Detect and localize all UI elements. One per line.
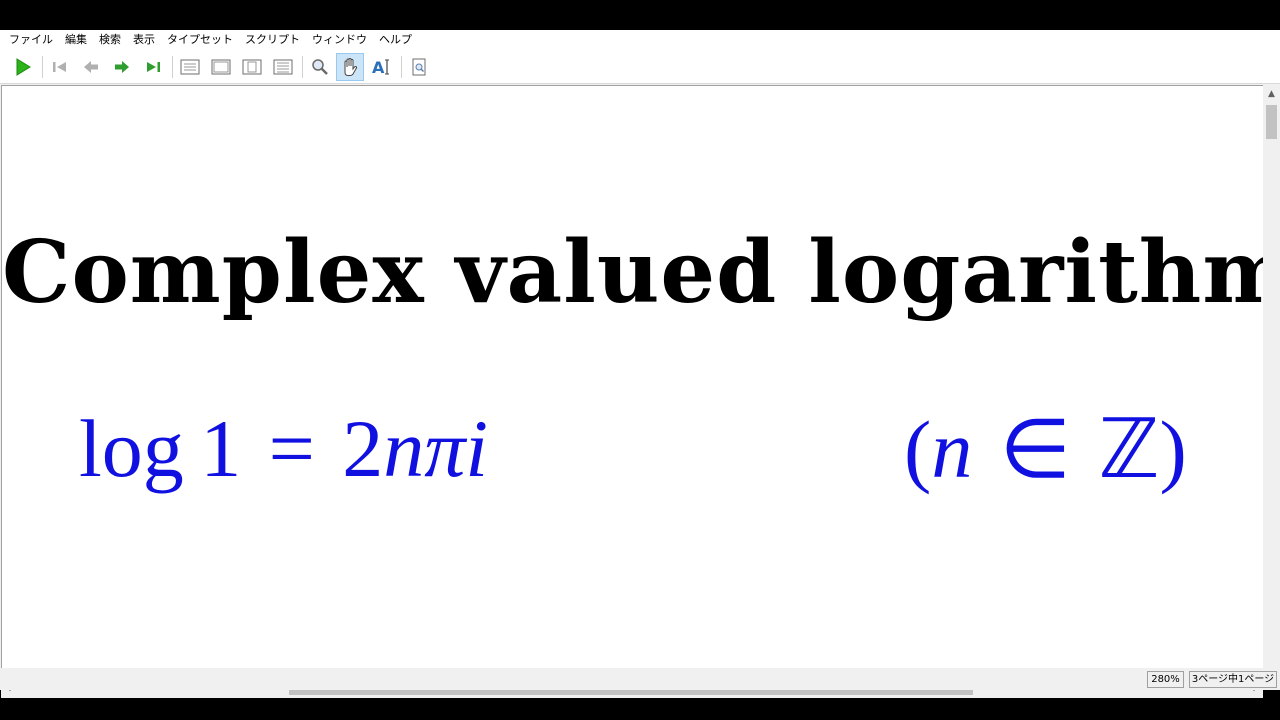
- page-indicator: 3ページ中1ページ: [1189, 671, 1277, 688]
- menu-file[interactable]: ファイル: [3, 30, 59, 50]
- menu-search[interactable]: 検索: [93, 30, 127, 50]
- search-pdf-icon[interactable]: [405, 53, 433, 81]
- typeset-play-icon[interactable]: [9, 53, 37, 81]
- svg-text:A: A: [372, 58, 385, 77]
- view-continuous-icon[interactable]: [269, 53, 297, 81]
- menu-typeset[interactable]: タイプセット: [161, 30, 239, 50]
- status-bar: 280% 3ページ中1ページ: [0, 668, 1280, 690]
- formula-arg: 1: [200, 403, 242, 494]
- app-window: ファイル 編集 検索 表示 タイプセット スクリプト ウィンドウ ヘルプ A C…: [0, 30, 1280, 698]
- formula-log: log: [79, 403, 184, 494]
- vertical-scroll-thumb[interactable]: [1266, 105, 1277, 139]
- text-select-icon[interactable]: A: [367, 53, 395, 81]
- condition-open: (: [904, 404, 932, 495]
- formula-n: n: [383, 403, 425, 494]
- view-full-icon[interactable]: [176, 53, 204, 81]
- formula-equation: log 1 = 2nπi: [79, 402, 488, 496]
- condition-set: ℤ: [1098, 404, 1160, 495]
- formula-i: i: [465, 403, 489, 494]
- menu-edit[interactable]: 編集: [59, 30, 93, 50]
- magnify-icon[interactable]: [306, 53, 334, 81]
- vertical-scrollbar[interactable]: ▲ ▼: [1263, 85, 1280, 681]
- hand-icon[interactable]: [336, 53, 364, 81]
- toolbar: A: [0, 50, 1280, 84]
- formula-condition: (n ∈ ℤ): [904, 402, 1187, 497]
- menu-view[interactable]: 表示: [127, 30, 161, 50]
- prev-page-icon[interactable]: [77, 53, 105, 81]
- menu-help[interactable]: ヘルプ: [373, 30, 418, 50]
- formula-coef: 2: [342, 403, 384, 494]
- pdf-viewport[interactable]: Complex valued logarithm log 1 = 2nπi (n…: [1, 85, 1263, 681]
- formula-equals: =: [268, 403, 315, 494]
- view-width-icon[interactable]: [207, 53, 235, 81]
- last-page-icon[interactable]: [140, 53, 168, 81]
- menu-window[interactable]: ウィンドウ: [306, 30, 373, 50]
- condition-close: ): [1159, 404, 1187, 495]
- scroll-up-icon[interactable]: ▲: [1263, 85, 1280, 102]
- document-title: Complex valued logarithm: [2, 222, 1263, 323]
- condition-n: n: [931, 404, 973, 495]
- next-page-icon[interactable]: [108, 53, 136, 81]
- condition-in: ∈: [999, 404, 1072, 495]
- view-page-icon[interactable]: [238, 53, 266, 81]
- zoom-level[interactable]: 280%: [1147, 671, 1184, 688]
- first-page-icon[interactable]: [46, 53, 74, 81]
- formula-pi: π: [424, 403, 466, 494]
- menu-bar: ファイル 編集 検索 表示 タイプセット スクリプト ウィンドウ ヘルプ: [0, 30, 1280, 50]
- menu-script[interactable]: スクリプト: [239, 30, 306, 50]
